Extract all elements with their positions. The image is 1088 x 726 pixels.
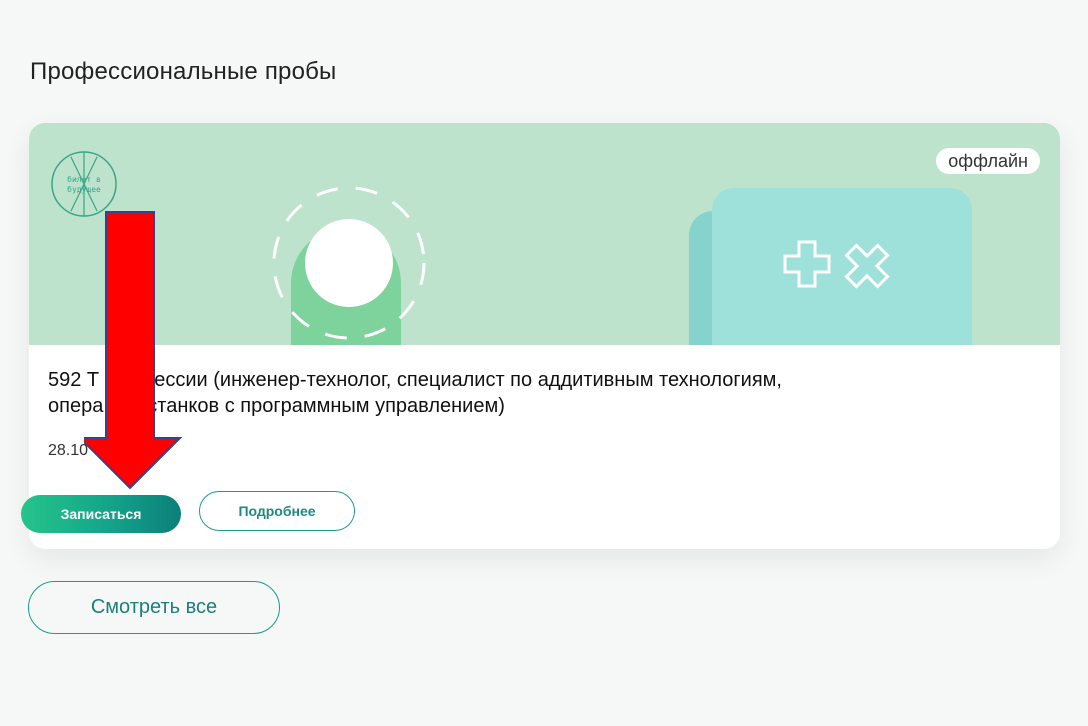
format-badge: оффлайн	[936, 148, 1040, 174]
svg-text:будущее: будущее	[67, 184, 101, 194]
card-body: 592 Т профессии (инженер-технолог, специ…	[48, 367, 1038, 459]
red-arrow-annotation	[84, 211, 183, 490]
bilet-v-budushchee-logo: билет в будущее	[51, 151, 117, 217]
details-button[interactable]: Подробнее	[199, 491, 355, 531]
see-all-button[interactable]: Смотреть все	[28, 581, 280, 634]
card-title: 592 Т профессии (инженер-технолог, специ…	[48, 367, 1038, 419]
signup-button[interactable]: Записаться	[21, 495, 181, 533]
svg-text:билет в: билет в	[67, 174, 101, 184]
event-date: 28.10	[48, 442, 89, 459]
section-title: Профессиональные пробы	[30, 58, 337, 85]
